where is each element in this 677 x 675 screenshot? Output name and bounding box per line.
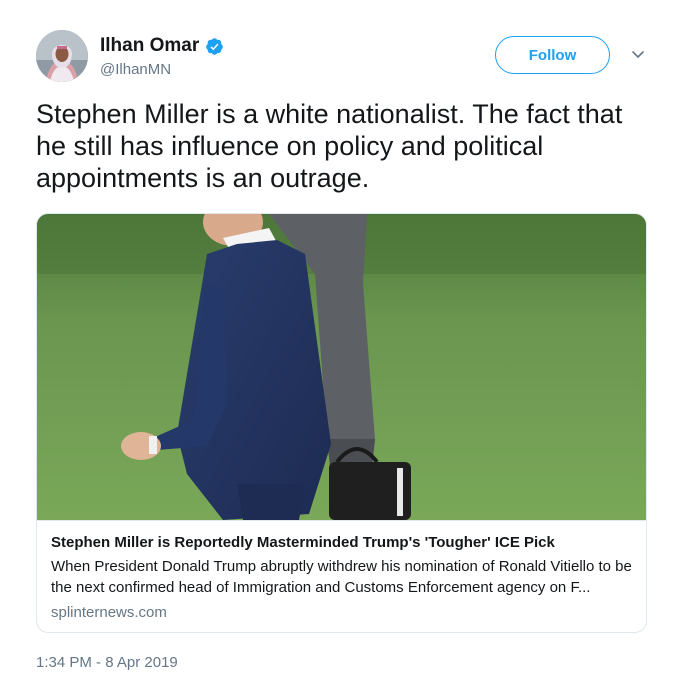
tweet-header: Ilhan Omar @IlhanMN Follow (36, 30, 656, 84)
chevron-down-icon[interactable] (628, 44, 648, 64)
follow-button[interactable]: Follow (495, 36, 610, 74)
card-image[interactable] (37, 214, 646, 520)
author-row: Ilhan Omar (100, 35, 224, 57)
card-body: Stephen Miller is Reportedly Masterminde… (37, 520, 646, 632)
card-title[interactable]: Stephen Miller is Reportedly Masterminde… (51, 533, 634, 553)
card-description: When President Donald Trump abruptly wit… (51, 558, 632, 596)
author-handle[interactable]: @IlhanMN (100, 61, 171, 78)
author-name[interactable]: Ilhan Omar (100, 35, 199, 57)
avatar[interactable] (36, 30, 88, 82)
link-card[interactable]: Stephen Miller is Reportedly Masterminde… (36, 213, 647, 633)
card-domain: splinternews.com (51, 604, 167, 621)
tweet-timestamp[interactable]: 1:34 PM - 8 Apr 2019 (36, 654, 178, 671)
tweet-text: Stephen Miller is a white nationalist. T… (36, 99, 623, 193)
verified-badge-icon (205, 37, 224, 56)
